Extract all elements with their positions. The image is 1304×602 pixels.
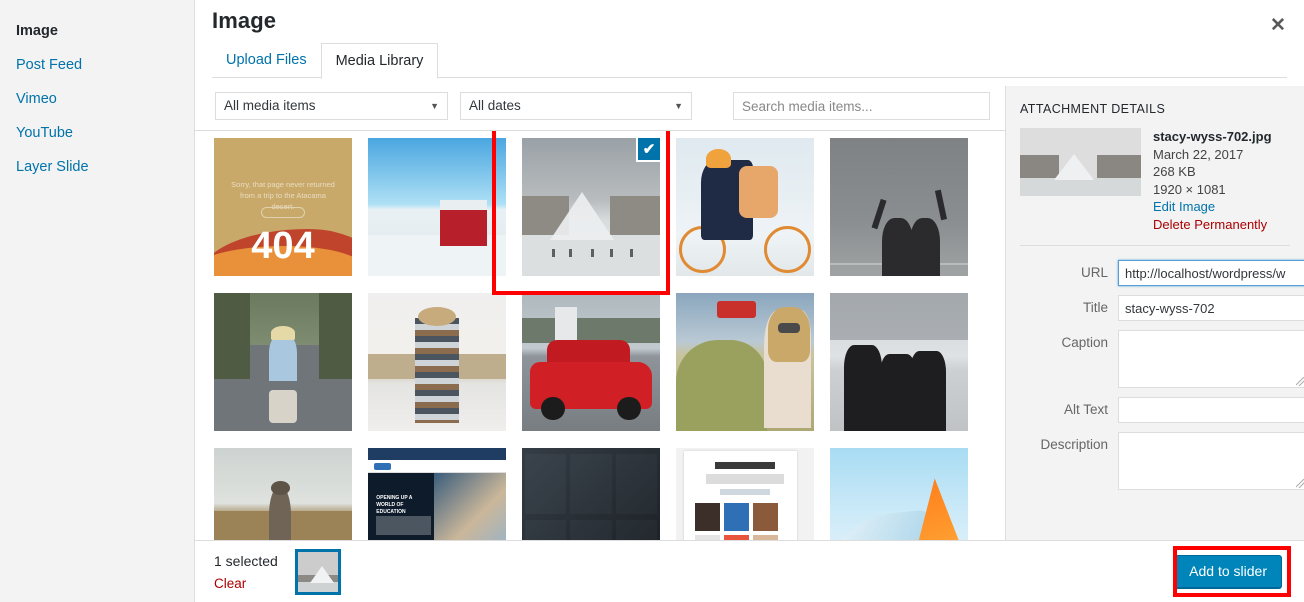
description-textarea[interactable] (1118, 432, 1304, 490)
thumbnail-art (368, 293, 506, 431)
sidebar-item-label: Layer Slide (16, 159, 89, 175)
attachment-details-panel: ATTACHMENT DETAILS stacy-wyss-702.jpg Ma… (1005, 86, 1304, 540)
search-input[interactable] (733, 92, 990, 120)
media-item-dark-grid-portfolio-image[interactable] (522, 448, 660, 540)
thumbnail-art (830, 448, 968, 540)
sidebar-item-label: Post Feed (16, 57, 82, 73)
description-field-row: Description (1020, 432, 1290, 490)
modal-panel: Image ✕ Upload Files Media Library All m… (195, 0, 1304, 602)
attachment-summary: stacy-wyss-702.jpg March 22, 2017 268 KB… (1020, 128, 1290, 233)
caption-field-row: Caption (1020, 330, 1290, 388)
delete-permanently-link[interactable]: Delete Permanently (1153, 216, 1272, 234)
caption-label: Caption (1020, 330, 1118, 356)
tab-label: Upload Files (226, 52, 307, 68)
sidebar-item-post-feed[interactable]: Post Feed (0, 48, 194, 82)
media-item-404-error-image[interactable]: Sorry, that page never returnedfrom a tr… (214, 138, 352, 276)
media-item-peace-sign-women-image[interactable] (830, 138, 968, 276)
media-type-value: All media items (224, 98, 316, 113)
url-field-row: URL (1020, 260, 1290, 286)
sidebar-item-label: Image (16, 23, 58, 39)
thumbnail-art (522, 448, 660, 540)
url-label: URL (1020, 260, 1118, 286)
selected-thumbnail-preview[interactable] (295, 549, 341, 595)
attachment-filename: stacy-wyss-702.jpg (1153, 128, 1272, 146)
thumbnail-art (522, 293, 660, 431)
selected-checkbox-icon[interactable]: ✔ (636, 138, 660, 162)
media-item-education-website-image[interactable]: OPENING UP A WORLD OF EDUCATION (368, 448, 506, 540)
media-library-modal-screen: Image Post Feed Vimeo YouTube Layer Slid… (0, 0, 1304, 602)
attachment-dimensions: 1920 × 1081 (1153, 181, 1272, 199)
media-item-louvre-pyramid-image[interactable]: ✔ (522, 138, 660, 276)
alt-text-label: Alt Text (1020, 397, 1118, 423)
caption-textarea[interactable] (1118, 330, 1304, 388)
media-item-our-works-page-image[interactable] (676, 448, 814, 540)
tab-media-library[interactable]: Media Library (321, 43, 439, 79)
media-item-women-on-steps-image[interactable] (830, 293, 968, 431)
description-label: Description (1020, 432, 1118, 458)
edit-image-link[interactable]: Edit Image (1153, 198, 1272, 216)
media-type-select[interactable]: All media items ▼ (215, 92, 448, 120)
attachment-filesize: 268 KB (1153, 163, 1272, 181)
date-filter-value: All dates (469, 98, 521, 113)
thumbnail-art (830, 293, 968, 431)
media-grid[interactable]: Sorry, that page never returnedfrom a tr… (195, 130, 1013, 540)
media-item-woman-poncho-hat-image[interactable] (368, 293, 506, 431)
tab-upload-files[interactable]: Upload Files (212, 43, 321, 78)
sidebar-item-label: YouTube (16, 125, 73, 141)
divider (1020, 245, 1290, 246)
thumbnail-art (368, 138, 506, 276)
url-input[interactable] (1118, 260, 1304, 286)
thumbnail-art (676, 138, 814, 276)
thumbnail-art (214, 448, 352, 540)
title-label: Title (1020, 295, 1118, 321)
chevron-down-icon: ▼ (430, 93, 439, 119)
modal-tabs: Upload Files Media Library (212, 43, 1287, 78)
media-item-red-car-city-image[interactable] (522, 293, 660, 431)
tab-label: Media Library (336, 53, 424, 69)
clear-selection-link[interactable]: Clear (214, 576, 246, 591)
media-item-orange-water-splash-image[interactable] (830, 448, 968, 540)
modal-footer: 1 selected Clear Add to slider (195, 540, 1304, 602)
attachment-details-heading: ATTACHMENT DETAILS (1020, 102, 1290, 116)
media-item-red-barn-snow-image[interactable] (368, 138, 506, 276)
chevron-down-icon: ▼ (674, 93, 683, 119)
media-item-vw-beetle-woman-image[interactable] (676, 293, 814, 431)
sidebar-item-vimeo[interactable]: Vimeo (0, 82, 194, 116)
thumbnail-art (676, 293, 814, 431)
media-item-child-in-field-image[interactable] (214, 448, 352, 540)
close-icon[interactable]: ✕ (1263, 10, 1293, 40)
title-input[interactable] (1118, 295, 1304, 321)
media-item-scooter-rider-image[interactable] (214, 293, 352, 431)
media-item-cyclist-backpack-image[interactable] (676, 138, 814, 276)
modal-title: Image (212, 8, 276, 34)
sidebar: Image Post Feed Vimeo YouTube Layer Slid… (0, 0, 195, 602)
add-to-slider-button[interactable]: Add to slider (1174, 555, 1282, 588)
attachment-date: March 22, 2017 (1153, 146, 1272, 164)
thumbnail-art: Sorry, that page never returnedfrom a tr… (214, 138, 352, 276)
thumbnail-art: OPENING UP A WORLD OF EDUCATION (368, 448, 506, 540)
sidebar-item-label: Vimeo (16, 91, 57, 107)
sidebar-item-youtube[interactable]: YouTube (0, 116, 194, 150)
title-field-row: Title (1020, 295, 1290, 321)
sidebar-item-layer-slide[interactable]: Layer Slide (0, 150, 194, 184)
attachment-thumbnail (1020, 128, 1141, 196)
thumbnail-art (676, 448, 814, 540)
thumbnail-art (830, 138, 968, 276)
date-filter-select[interactable]: All dates ▼ (460, 92, 692, 120)
alt-text-input[interactable] (1118, 397, 1304, 423)
thumbnail-art (214, 293, 352, 431)
selection-count-label: 1 selected (214, 553, 278, 569)
sidebar-item-image[interactable]: Image (0, 14, 194, 48)
alt-text-field-row: Alt Text (1020, 397, 1290, 423)
